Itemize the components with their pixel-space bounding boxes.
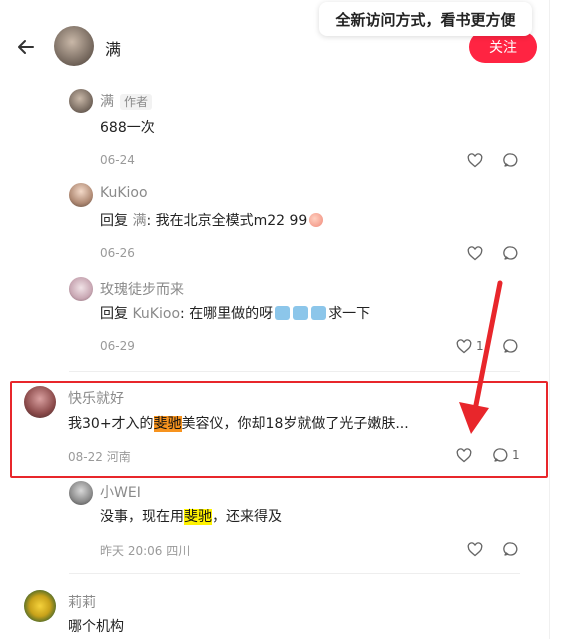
username[interactable]: 莉莉 — [68, 592, 96, 612]
username[interactable]: 玫瑰徒步而来 — [100, 279, 184, 299]
comment-header: 满作者 — [100, 91, 153, 111]
avatar[interactable] — [69, 277, 93, 301]
avatar[interactable] — [69, 481, 93, 505]
comment-icon[interactable] — [503, 541, 519, 557]
reply-to-user[interactable]: 满 — [132, 213, 146, 229]
reply-prefix: 回复 — [100, 306, 133, 322]
back-arrow-icon[interactable] — [14, 36, 38, 58]
highlighted-keyword: 斐驰 — [184, 509, 212, 525]
comment-icon[interactable] — [503, 245, 519, 261]
like-icon[interactable] — [467, 541, 483, 557]
comment-date: 06-26 — [100, 246, 135, 260]
reply-separator: : — [146, 213, 156, 229]
comment-body-end: ，还来得及 — [212, 509, 282, 525]
author-name[interactable]: 满 — [105, 36, 121, 60]
comment-text: 回复 KuKioo: 在哪里做的呀 求一下 — [100, 303, 370, 323]
reply-prefix: 回复 — [100, 213, 133, 229]
like-icon[interactable] — [467, 245, 483, 261]
like-icon[interactable] — [467, 152, 483, 168]
scroll-edge — [549, 0, 550, 639]
comment-body: 在哪里做的呀 — [189, 306, 274, 322]
comment-icon[interactable] — [503, 152, 519, 168]
comment-location: 四川 — [166, 544, 191, 558]
reply-separator: : — [180, 306, 190, 322]
emoji-icon — [293, 306, 309, 320]
avatar[interactable] — [69, 89, 93, 113]
username[interactable]: 小WEI — [100, 482, 141, 502]
comment-text: 688一次 — [100, 120, 155, 136]
comment-date: 昨天 20:06 — [100, 544, 163, 558]
comment-date: 06-24 — [100, 153, 135, 167]
comment-body-end: 求一下 — [328, 306, 371, 322]
reply-to-user[interactable]: KuKioo — [132, 306, 180, 322]
divider — [69, 573, 520, 574]
author-avatar[interactable] — [54, 26, 94, 66]
comment-meta: 昨天 20:06 四川 — [100, 542, 190, 559]
avatar[interactable] — [24, 590, 56, 622]
username[interactable]: 满 — [100, 94, 114, 110]
peach-emoji-icon — [309, 213, 324, 227]
comment-body: 没事，现在用 — [100, 509, 184, 525]
comment-date: 06-29 — [100, 339, 135, 353]
avatar[interactable] — [69, 183, 93, 207]
comment-body: 我在北京全模式m22 99 — [155, 213, 308, 229]
comment-text: 回复 满: 我在北京全模式m22 99 — [100, 210, 324, 230]
author-tag: 作者 — [120, 94, 153, 110]
comment-text: 没事，现在用斐驰，还来得及 — [100, 506, 282, 526]
annotation-arrow-icon — [455, 280, 515, 440]
username[interactable]: KuKioo — [100, 185, 148, 201]
emoji-icon — [311, 306, 327, 320]
banner-tooltip[interactable]: 全新访问方式，看书更方便 — [319, 2, 532, 36]
divider — [69, 371, 520, 372]
comment-text: 哪个机构 — [68, 619, 124, 635]
emoji-icon — [275, 306, 291, 320]
